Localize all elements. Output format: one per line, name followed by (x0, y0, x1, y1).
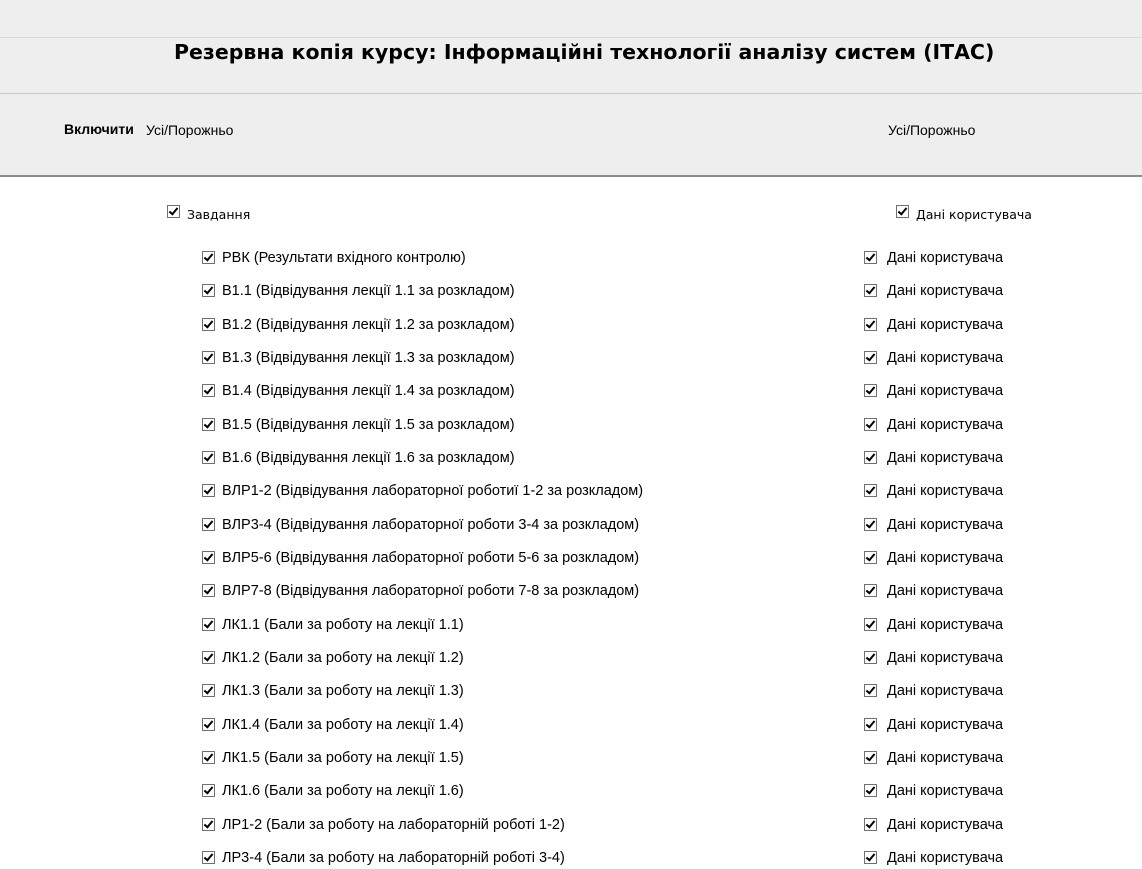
user-data-label: Дані користувача (887, 350, 1004, 366)
user-data-label: Дані користувача (887, 250, 1004, 266)
activity-label: ВЛР3-4 (Відвідування лабораторної роботи… (222, 517, 640, 533)
activity-label: ВЛР5-6 (Відвідування лабораторної роботи… (222, 550, 640, 566)
activity-checkbox[interactable] (202, 451, 215, 464)
user-data-checkbox[interactable] (864, 784, 877, 797)
activity-label: ЛК1.4 (Бали за роботу на лекції 1.4) (222, 717, 464, 733)
user-data-checkbox[interactable] (864, 518, 877, 531)
user-data-label: Дані користувача (887, 683, 1004, 699)
user-data-label: Дані користувача (887, 550, 1004, 566)
activity-checkbox[interactable] (202, 684, 215, 697)
activity-checkbox[interactable] (202, 384, 215, 397)
activity-label: В1.1 (Відвідування лекції 1.1 за розклад… (222, 283, 515, 299)
user-data-checkbox[interactable] (864, 251, 877, 264)
user-data-checkbox[interactable] (864, 751, 877, 764)
user-data-checkbox[interactable] (864, 818, 877, 831)
section-user-data-checkbox[interactable] (896, 205, 909, 218)
backup-page: Резервна копія курсу: Інформаційні техно… (0, 0, 1142, 869)
section-user-data-label: Дані користувача (916, 207, 1032, 222)
user-data-label: Дані користувача (887, 517, 1004, 533)
user-data-checkbox[interactable] (864, 651, 877, 664)
activity-checkbox[interactable] (202, 851, 215, 864)
activity-checkbox[interactable] (202, 351, 215, 364)
user-data-label: Дані користувача (887, 283, 1004, 299)
select-all-none-link[interactable]: Усі/Порожньо (146, 122, 233, 138)
activity-label: В1.6 (Відвідування лекції 1.6 за розклад… (222, 450, 515, 466)
user-data-checkbox[interactable] (864, 484, 877, 497)
user-data-label: Дані користувача (887, 850, 1004, 866)
user-data-checkbox[interactable] (864, 284, 877, 297)
activity-label: В1.2 (Відвідування лекції 1.2 за розклад… (222, 317, 515, 333)
user-data-label: Дані користувача (887, 750, 1004, 766)
activity-checkbox[interactable] (202, 818, 215, 831)
activity-label: ЛР3-4 (Бали за роботу на лабораторній ро… (222, 850, 565, 866)
activity-label: ЛК1.6 (Бали за роботу на лекції 1.6) (222, 783, 464, 799)
user-data-checkbox[interactable] (864, 418, 877, 431)
activity-label: ВЛР1-2 (Відвідування лабораторної роботи… (222, 483, 644, 499)
user-data-label: Дані користувача (887, 483, 1004, 499)
user-data-label: Дані користувача (887, 383, 1004, 399)
user-data-label: Дані користувача (887, 717, 1004, 733)
activity-label: ЛК1.2 (Бали за роботу на лекції 1.2) (222, 650, 464, 666)
activity-label: В1.5 (Відвідування лекції 1.5 за розклад… (222, 417, 515, 433)
select-all-none-userdata-link[interactable]: Усі/Порожньо (888, 122, 975, 138)
activity-checkbox[interactable] (202, 751, 215, 764)
user-data-checkbox[interactable] (864, 584, 877, 597)
section-label: Завдання (187, 207, 251, 222)
user-data-checkbox[interactable] (864, 318, 877, 331)
activity-checkbox[interactable] (202, 718, 215, 731)
activity-checkbox[interactable] (202, 284, 215, 297)
user-data-label: Дані користувача (887, 450, 1004, 466)
section-checkbox[interactable] (167, 205, 180, 218)
activity-label: В1.4 (Відвідування лекції 1.4 за розклад… (222, 383, 515, 399)
user-data-label: Дані користувача (887, 583, 1004, 599)
user-data-label: Дані користувача (887, 417, 1004, 433)
activity-checkbox[interactable] (202, 784, 215, 797)
user-data-checkbox[interactable] (864, 384, 877, 397)
activity-checkbox[interactable] (202, 484, 215, 497)
user-data-checkbox[interactable] (864, 451, 877, 464)
activity-checkbox[interactable] (202, 518, 215, 531)
include-label: Включити (64, 121, 134, 137)
activity-checkbox[interactable] (202, 551, 215, 564)
user-data-checkbox[interactable] (864, 851, 877, 864)
activity-checkbox[interactable] (202, 418, 215, 431)
activity-label: ЛК1.5 (Бали за роботу на лекції 1.5) (222, 750, 464, 766)
user-data-label: Дані користувача (887, 317, 1004, 333)
activity-checkbox[interactable] (202, 618, 215, 631)
activity-label: ЛК1.1 (Бали за роботу на лекції 1.1) (222, 617, 464, 633)
user-data-label: Дані користувача (887, 783, 1004, 799)
user-data-checkbox[interactable] (864, 684, 877, 697)
user-data-checkbox[interactable] (864, 351, 877, 364)
activity-label: В1.3 (Відвідування лекції 1.3 за розклад… (222, 350, 515, 366)
user-data-checkbox[interactable] (864, 551, 877, 564)
activity-checkbox[interactable] (202, 251, 215, 264)
user-data-checkbox[interactable] (864, 718, 877, 731)
activity-label: ЛР1-2 (Бали за роботу на лабораторній ро… (222, 817, 565, 833)
activity-label: РВК (Результати вхідного контролю) (222, 250, 466, 266)
activity-checkbox[interactable] (202, 651, 215, 664)
user-data-checkbox[interactable] (864, 618, 877, 631)
activity-checkbox[interactable] (202, 584, 215, 597)
page-title: Резервна копія курсу: Інформаційні техно… (174, 40, 995, 64)
activity-checkbox[interactable] (202, 318, 215, 331)
activity-label: ВЛР7-8 (Відвідування лабораторної роботи… (222, 583, 640, 599)
activity-label: ЛК1.3 (Бали за роботу на лекції 1.3) (222, 683, 464, 699)
user-data-label: Дані користувача (887, 650, 1004, 666)
user-data-label: Дані користувача (887, 617, 1004, 633)
user-data-label: Дані користувача (887, 817, 1004, 833)
